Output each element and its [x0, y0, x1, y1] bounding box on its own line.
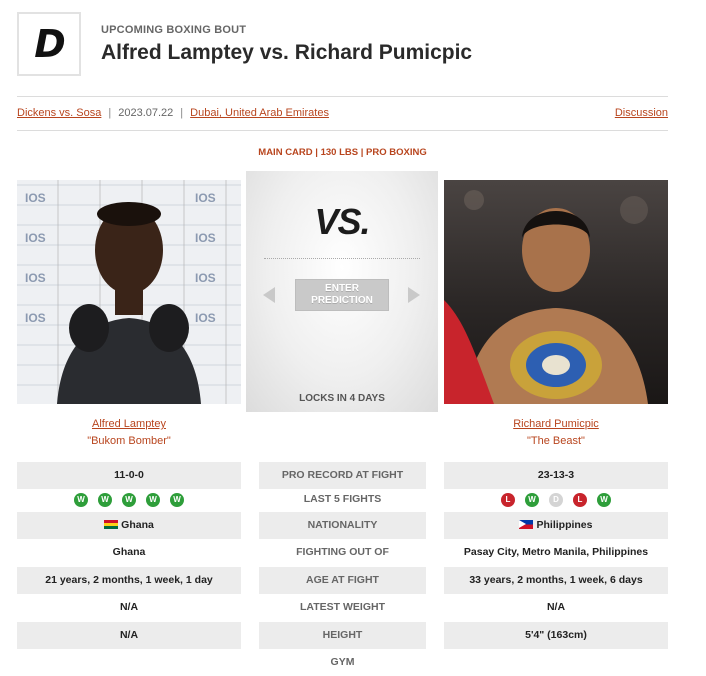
stat-row-weight: N/A LATEST WEIGHT N/A [17, 594, 668, 621]
fighter-left-photo[interactable]: IOS IOS IOS IOS IOS IOS IOS IOS [17, 180, 241, 404]
site-logo[interactable]: D [17, 12, 81, 76]
svg-text:IOS: IOS [25, 311, 46, 325]
philippines-flag-icon [519, 520, 534, 529]
fighter-right-photo[interactable] [444, 180, 668, 404]
last5-label: LAST 5 FIGHTS [303, 493, 382, 505]
meta-separator: | [180, 107, 184, 119]
svg-text:IOS: IOS [195, 191, 216, 205]
divider-top [17, 96, 668, 97]
right-weight: N/A [546, 601, 566, 613]
fighter-left-nickname: "Bukom Bomber" [87, 435, 171, 447]
enter-prediction-button[interactable]: ENTER PREDICTION [295, 279, 389, 311]
svg-text:IOS: IOS [25, 191, 46, 205]
right-last5: LWDLW [444, 486, 668, 513]
svg-text:IOS: IOS [25, 231, 46, 245]
left-nationality: Ghana [17, 512, 241, 539]
right-nationality-text: Philippines [536, 519, 593, 531]
svg-text:IOS: IOS [195, 311, 216, 325]
bout-status-label: UPCOMING BOXING BOUT [101, 24, 247, 36]
fight-result-badge: L [501, 492, 515, 507]
fighter-right-nickname: "The Beast" [527, 435, 585, 447]
age-label: AGE AT FIGHT [259, 567, 426, 594]
fight-result-badge: D [549, 492, 563, 507]
stat-row-fighting-out-of: Ghana FIGHTING OUT OF Pasay City, Metro … [17, 539, 668, 566]
versus-label: VS. [314, 201, 370, 242]
chevron-left-icon[interactable] [263, 287, 275, 303]
left-fighting-out-of: Ghana [112, 546, 146, 558]
fight-result-badge: W [98, 492, 112, 507]
locks-countdown: LOCKS IN 4 DAYS [299, 393, 385, 404]
right-fighting-out-of: Pasay City, Metro Manila, Philippines [463, 546, 649, 558]
fight-result-badge: W [597, 492, 611, 507]
right-height: 5'4" (163cm) [444, 622, 668, 649]
left-record: 11-0-0 [17, 462, 241, 489]
left-height: N/A [17, 622, 241, 649]
location-link[interactable]: Dubai, United Arab Emirates [190, 107, 329, 119]
ghana-flag-icon [104, 520, 119, 529]
fight-result-badge: W [74, 492, 88, 507]
stat-row-last5: WWWWW LAST 5 FIGHTS LWDLW [17, 486, 668, 513]
fight-result-badge: W [170, 492, 184, 507]
card-info: MAIN CARD | 130 LBS | PRO BOXING [258, 147, 427, 158]
fighting-out-of-label: FIGHTING OUT OF [296, 546, 389, 558]
fighter-right-name[interactable]: Richard Pumicpic [444, 418, 668, 430]
predict-line-1: ENTER [325, 283, 359, 294]
svg-text:IOS: IOS [195, 231, 216, 245]
right-nationality: Philippines [444, 512, 668, 539]
fight-result-badge: W [122, 492, 136, 507]
fighter-left-name[interactable]: Alfred Lamptey [17, 418, 241, 430]
svg-text:IOS: IOS [195, 271, 216, 285]
logo-letter: D [34, 22, 66, 66]
svg-text:IOS: IOS [25, 271, 46, 285]
prediction-panel: VS. ENTER PREDICTION LOCKS IN 4 DAYS [246, 171, 438, 412]
fighter-right-silhouette [444, 190, 648, 404]
record-label: PRO RECORD AT FIGHT [259, 462, 426, 489]
divider-bottom [17, 130, 668, 131]
left-weight: N/A [119, 601, 139, 613]
right-record: 23-13-3 [444, 462, 668, 489]
fighter-left-silhouette: IOS IOS IOS IOS IOS IOS IOS IOS [25, 191, 216, 404]
fight-result-badge: W [146, 492, 160, 507]
left-last5: WWWWW [17, 486, 241, 513]
fight-result-badge: W [525, 492, 539, 507]
left-age: 21 years, 2 months, 1 week, 1 day [17, 567, 241, 594]
stat-row-nationality: Ghana NATIONALITY Philippines [17, 512, 668, 539]
left-nationality-text: Ghana [121, 519, 154, 531]
height-label: HEIGHT [259, 622, 426, 649]
meta-separator: | [108, 107, 112, 119]
fight-result-badge: L [573, 492, 587, 507]
stat-row-gym: GYM [17, 649, 668, 676]
discussion-link[interactable]: Discussion [615, 107, 668, 119]
dotted-divider [264, 258, 420, 259]
page-title: Alfred Lamptey vs. Richard Pumicpic [101, 41, 473, 64]
nationality-label: NATIONALITY [259, 512, 426, 539]
event-meta-bar: Dickens vs. Sosa | 2023.07.22 | Dubai, Unite… [17, 107, 668, 119]
right-age: 33 years, 2 months, 1 week, 6 days [444, 567, 668, 594]
chevron-right-icon[interactable] [408, 287, 420, 303]
gym-label: GYM [330, 656, 355, 668]
stat-row-record: 11-0-0 PRO RECORD AT FIGHT 23-13-3 [17, 462, 668, 489]
event-date: 2023.07.22 [118, 107, 174, 119]
stat-row-height: N/A HEIGHT 5'4" (163cm) [17, 622, 668, 649]
predict-line-2: PREDICTION [311, 295, 373, 306]
weight-label: LATEST WEIGHT [300, 601, 385, 613]
event-link[interactable]: Dickens vs. Sosa [17, 107, 101, 119]
stat-row-age: 21 years, 2 months, 1 week, 1 day AGE AT… [17, 567, 668, 594]
